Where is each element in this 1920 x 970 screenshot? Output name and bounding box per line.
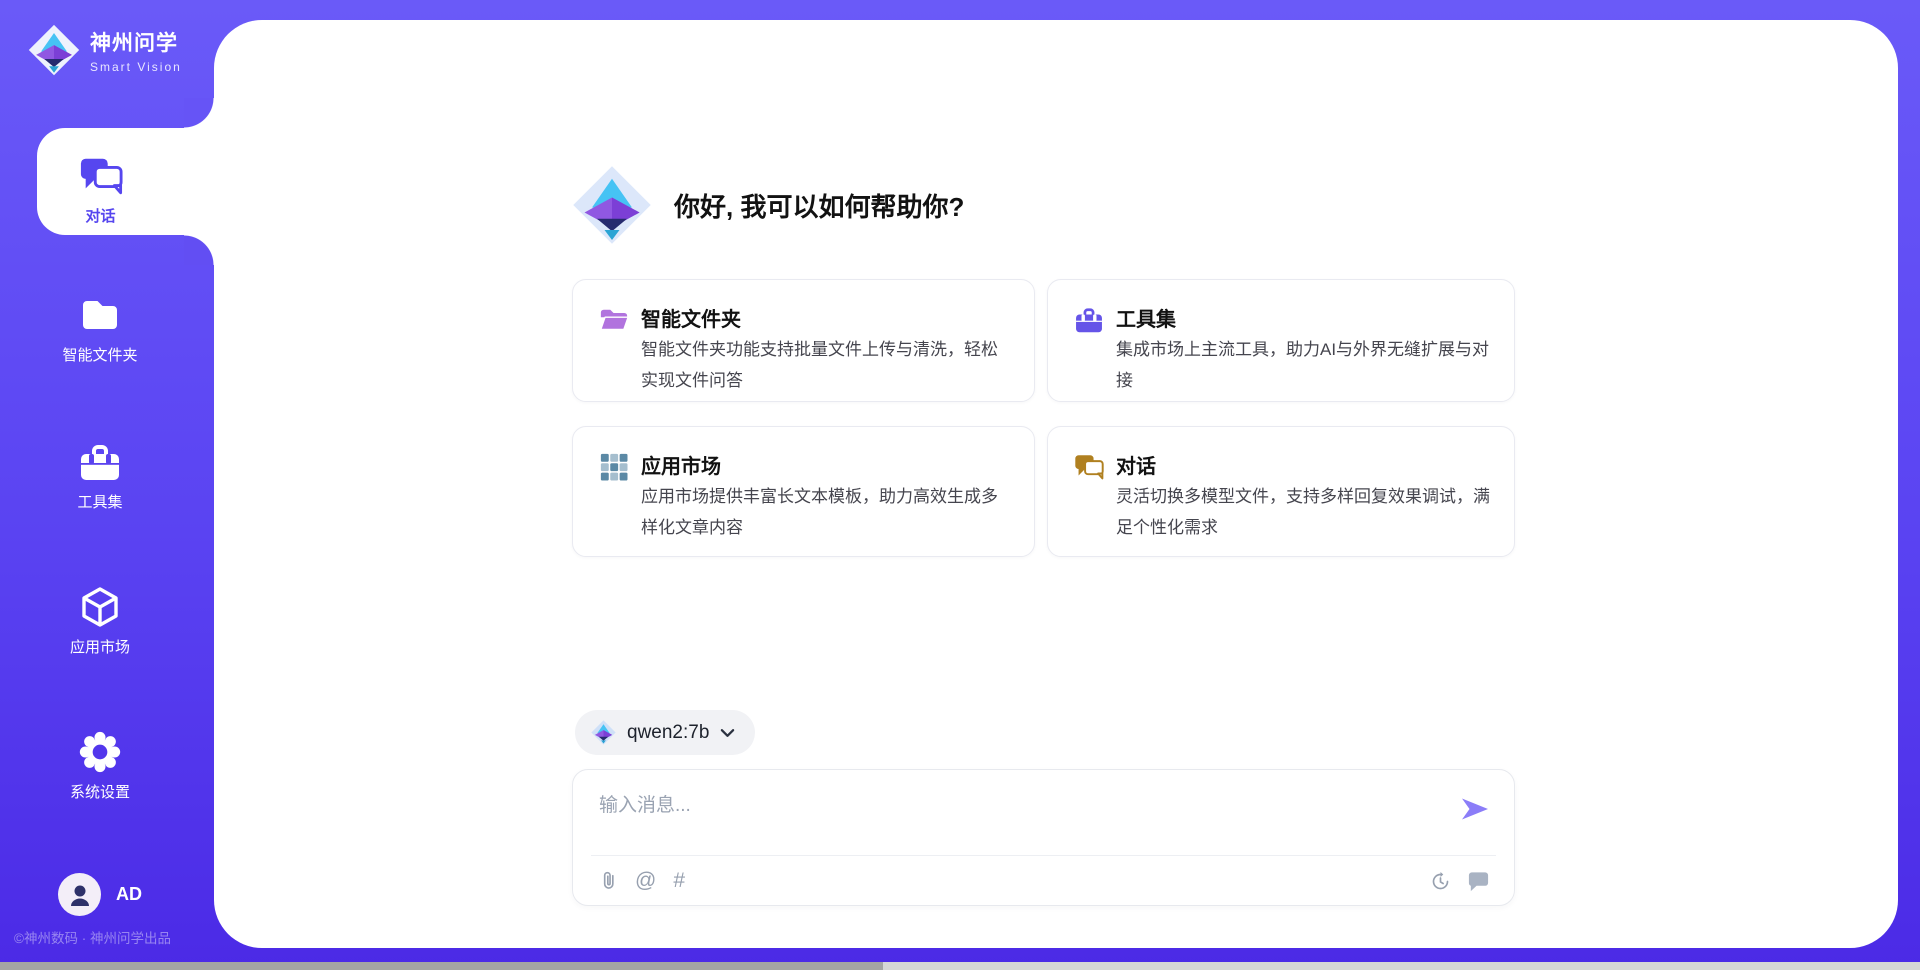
sidebar-item-label: 系统设置 bbox=[70, 781, 130, 802]
topic-icon[interactable]: # bbox=[673, 870, 685, 891]
sidebar-item-settings[interactable]: 系统设置 bbox=[0, 730, 200, 802]
feature-cards: 智能文件夹 智能文件夹功能支持批量文件上传与清洗，轻松实现文件问答 工具集 集成… bbox=[572, 279, 1515, 557]
diamond-logo-icon bbox=[28, 24, 80, 76]
horizontal-scrollbar[interactable] bbox=[0, 962, 1920, 970]
card-app-market[interactable]: 应用市场 应用市场提供丰富长文本模板，助力高效生成多样化文章内容 bbox=[572, 426, 1035, 557]
greeting-text: 你好, 我可以如何帮助你? bbox=[674, 187, 964, 224]
card-title: 对话 bbox=[1116, 450, 1156, 479]
history-icon[interactable] bbox=[1430, 871, 1451, 892]
card-chat[interactable]: 对话 灵活切换多模型文件，支持多样回复效果调试，满足个性化需求 bbox=[1047, 426, 1515, 557]
toolbox-icon bbox=[1074, 305, 1104, 335]
avatar bbox=[58, 873, 101, 916]
sidebar-item-label: 应用市场 bbox=[70, 636, 130, 657]
chat-bubbles-icon bbox=[79, 154, 123, 198]
sidebar: 神州问学 Smart Vision 对话 智能文件夹 bbox=[0, 0, 214, 970]
card-description: 智能文件夹功能支持批量文件上传与清洗，轻松实现文件问答 bbox=[641, 334, 1012, 397]
sidebar-item-label: 工具集 bbox=[77, 491, 122, 512]
grid-icon bbox=[599, 452, 629, 482]
composer-tools-right bbox=[1430, 870, 1490, 892]
message-input[interactable] bbox=[599, 784, 1419, 828]
sidebar-item-toolset[interactable]: 工具集 bbox=[0, 440, 200, 512]
sidebar-item-label: 对话 bbox=[85, 205, 115, 226]
folder-open-icon bbox=[599, 305, 629, 335]
diamond-logo-icon bbox=[591, 720, 616, 745]
brand-subtitle: Smart Vision bbox=[90, 60, 182, 74]
user-profile[interactable]: AD bbox=[58, 873, 142, 916]
main-panel: 你好, 我可以如何帮助你? 智能文件夹 智能文件夹功能支持批量文件上传与清洗，轻… bbox=[214, 20, 1898, 948]
card-description: 应用市场提供丰富长文本模板，助力高效生成多样化文章内容 bbox=[641, 481, 1012, 544]
user-name: AD bbox=[116, 884, 142, 905]
model-name: qwen2:7b bbox=[627, 722, 709, 744]
mention-icon[interactable]: @ bbox=[635, 870, 656, 891]
card-toolset[interactable]: 工具集 集成市场上主流工具，助力AI与外界无缝扩展与对接 bbox=[1047, 279, 1515, 402]
diamond-logo-icon bbox=[572, 163, 652, 247]
composer-divider bbox=[591, 855, 1496, 856]
sidebar-item-app-market[interactable]: 应用市场 bbox=[0, 585, 200, 657]
copyright-text: ©神州数码 · 神州问学出品 bbox=[14, 927, 171, 947]
quick-chat-icon[interactable] bbox=[1467, 870, 1490, 892]
sidebar-item-smart-folder[interactable]: 智能文件夹 bbox=[0, 293, 200, 365]
chat-bubbles-icon bbox=[1074, 452, 1104, 482]
gear-icon bbox=[78, 730, 122, 774]
sidebar-item-chat[interactable]: 对话 bbox=[37, 128, 214, 235]
card-smart-folder[interactable]: 智能文件夹 智能文件夹功能支持批量文件上传与清洗，轻松实现文件问答 bbox=[572, 279, 1035, 402]
card-description: 集成市场上主流工具，助力AI与外界无缝扩展与对接 bbox=[1116, 334, 1492, 397]
card-title: 工具集 bbox=[1116, 303, 1176, 332]
sidebar-item-label: 智能文件夹 bbox=[62, 344, 137, 365]
card-title: 应用市场 bbox=[641, 450, 721, 479]
card-title: 智能文件夹 bbox=[641, 303, 741, 332]
brand-logo: 神州问学 Smart Vision bbox=[28, 24, 182, 76]
toolbox-icon bbox=[78, 440, 122, 484]
folder-icon bbox=[78, 293, 122, 337]
greeting-block: 你好, 我可以如何帮助你? bbox=[572, 163, 964, 247]
brand-name: 神州问学 bbox=[90, 27, 182, 57]
attach-icon[interactable] bbox=[599, 869, 618, 892]
person-icon bbox=[67, 882, 93, 908]
cube-icon bbox=[78, 585, 122, 629]
scrollbar-thumb[interactable] bbox=[0, 962, 883, 970]
card-description: 灵活切换多模型文件，支持多样回复效果调试，满足个性化需求 bbox=[1116, 481, 1492, 544]
composer-tools-left: @ # bbox=[599, 869, 685, 892]
model-selector[interactable]: qwen2:7b bbox=[575, 710, 755, 755]
chevron-down-icon bbox=[720, 728, 735, 738]
message-composer: @ # bbox=[572, 769, 1515, 906]
send-icon[interactable] bbox=[1460, 795, 1490, 823]
app-window: 神州问学 Smart Vision 对话 智能文件夹 bbox=[0, 0, 1920, 970]
